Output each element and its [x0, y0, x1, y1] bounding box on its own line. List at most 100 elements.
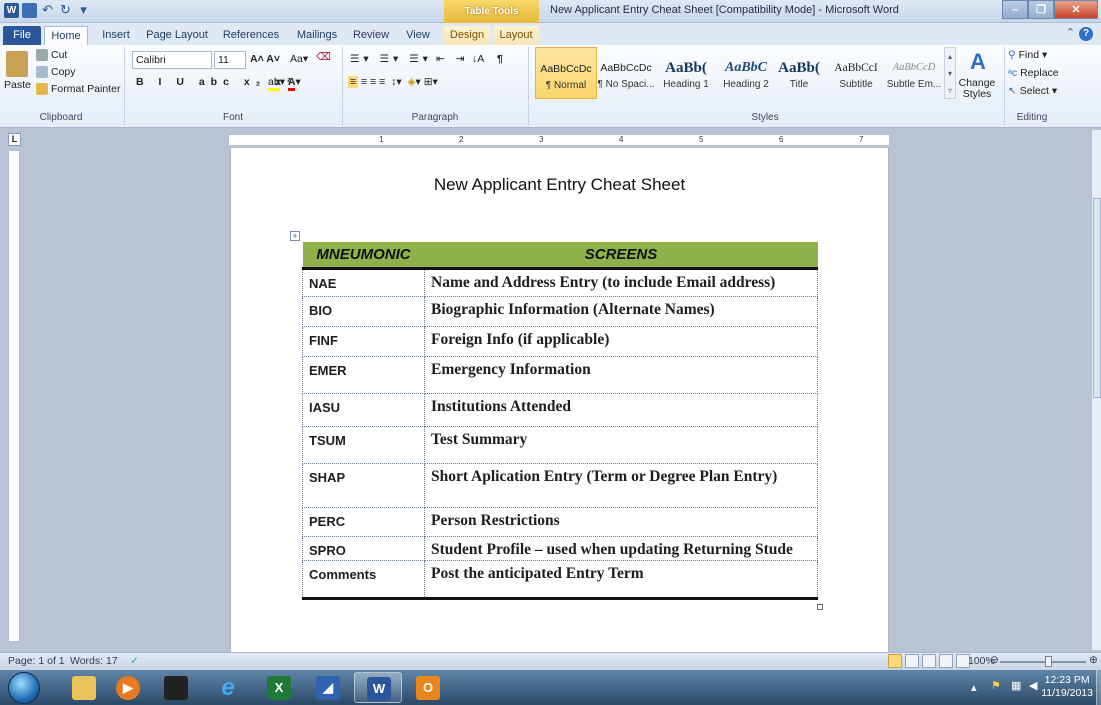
action-center-icon[interactable]: ⚑ [991, 679, 1001, 692]
show-formatting-icon[interactable]: ¶ [497, 53, 503, 65]
start-button[interactable] [8, 672, 40, 704]
web-layout-view-button[interactable] [922, 654, 936, 668]
clear-formatting-icon[interactable]: ⌫ [316, 51, 331, 63]
minimize-ribbon-icon[interactable]: ⌃ [1066, 26, 1075, 39]
zoom-slider[interactable] [1000, 661, 1086, 663]
page-count[interactable]: Page: 1 of 1 [8, 655, 65, 667]
style-subtle-emphasis[interactable]: AaBbCcD Subtle Em... [883, 47, 945, 99]
taskbar-word[interactable]: W [354, 672, 402, 703]
font-size-box[interactable]: 11 [214, 51, 246, 69]
save-icon[interactable] [22, 3, 37, 18]
vertical-scrollbar[interactable] [1091, 130, 1101, 650]
minimize-button[interactable]: – [1002, 0, 1028, 19]
redo-icon[interactable]: ↻ [58, 3, 73, 18]
tab-page-layout[interactable]: Page Layout [142, 26, 212, 45]
copy-button[interactable]: Copy [36, 66, 76, 79]
highlight-color-icon[interactable]: ab▾ A▾ [268, 76, 301, 91]
hat-icon [164, 676, 188, 700]
undo-icon[interactable]: ↶ [40, 3, 55, 18]
taskbar-app-hat[interactable] [152, 672, 200, 703]
table-move-handle[interactable]: + [290, 231, 300, 241]
sort-icon[interactable]: ↓A [472, 53, 484, 65]
tab-selector[interactable]: L [8, 133, 21, 146]
taskbar: ▶ e X ◢ W O ▴ ⚑ ▦ ◀ 12:23 PM 11/19/2013 [0, 670, 1101, 705]
taskbar-outlook[interactable]: O [404, 672, 452, 703]
font-name-box[interactable]: Calibri [132, 51, 212, 69]
horizontal-ruler[interactable]: 1 2 3 4 5 6 7 [228, 134, 890, 146]
proofing-icon[interactable]: ✓ [130, 655, 139, 667]
show-hidden-icons[interactable]: ▴ [971, 681, 977, 694]
group-separator [528, 47, 529, 125]
tab-file[interactable]: File [3, 26, 41, 45]
tab-insert[interactable]: Insert [96, 26, 136, 45]
taskbar-media-player[interactable]: ▶ [104, 672, 152, 703]
style-heading-1[interactable]: AaBb( Heading 1 [655, 47, 717, 99]
full-screen-reading-view-button[interactable] [905, 654, 919, 668]
row-screen: Biographic Information (Alternate Names) [424, 296, 818, 327]
taskbar-internet-explorer[interactable]: e [204, 672, 252, 703]
table-row: NAE Name and Address Entry (to include E… [302, 268, 818, 297]
style-title[interactable]: AaBb( Title [768, 47, 830, 99]
zoom-out-icon[interactable]: ⊖ [990, 654, 999, 666]
row-screen: Institutions Attended [424, 393, 818, 427]
clock[interactable]: 12:23 PM 11/19/2013 [1041, 674, 1093, 700]
style-subtitle[interactable]: AaBbCcI Subtitle [825, 47, 887, 99]
show-desktop-button[interactable] [1096, 670, 1101, 705]
grow-font-icon[interactable]: A˄ A˅ [250, 53, 280, 65]
tab-review[interactable]: Review [350, 26, 392, 45]
taskbar-app-blue[interactable]: ◢ [304, 672, 352, 703]
row-code: PERC [302, 507, 425, 537]
select-button[interactable]: ↖ Select ▾ [1008, 85, 1057, 97]
quick-access-toolbar: W ↶ ↻ ▾ [4, 3, 91, 18]
tab-layout[interactable]: Layout [493, 26, 539, 45]
replace-button[interactable]: ᵃc Replace [1008, 67, 1059, 79]
list-buttons[interactable]: ☰▾ ☰▾ ☰▾ [350, 53, 432, 65]
tab-home[interactable]: Home [44, 26, 88, 45]
taskbar-explorer[interactable] [60, 672, 108, 703]
word-app-icon[interactable]: W [4, 3, 19, 18]
print-layout-view-button[interactable] [888, 654, 902, 668]
style-normal[interactable]: AaBbCcDc ¶ Normal [535, 47, 597, 99]
clock-date: 11/19/2013 [1041, 687, 1093, 699]
close-button[interactable]: ✕ [1054, 0, 1098, 19]
change-case-icon[interactable]: Aa▾ [290, 53, 308, 65]
align-buttons[interactable]: ≡ ≡ ≡ ≡ ↕▾ ◈▾ ⊞▾ [348, 76, 438, 88]
cut-button[interactable]: Cut [36, 49, 67, 62]
tab-design[interactable]: Design [444, 26, 490, 45]
excel-icon: X [267, 676, 291, 700]
format-painter-button[interactable]: Format Painter [36, 83, 120, 96]
style-no-spacing[interactable]: AaBbCcDc ¶ No Spaci... [595, 47, 657, 99]
row-screen: Emergency Information [424, 356, 818, 394]
scrollbar-thumb[interactable] [1093, 198, 1101, 398]
row-screen: Student Profile – used when updating Ret… [424, 536, 818, 561]
find-button[interactable]: ⚲ Find ▾ [1008, 49, 1047, 61]
table-resize-handle[interactable] [817, 604, 823, 610]
customize-qat-icon[interactable]: ▾ [76, 3, 91, 18]
network-icon[interactable]: ▦ [1011, 679, 1021, 692]
outline-view-button[interactable] [939, 654, 953, 668]
zoom-in-icon[interactable]: ⊕ [1089, 654, 1098, 666]
tab-mailings[interactable]: Mailings [290, 26, 344, 45]
change-styles-button[interactable]: Change Styles [958, 78, 996, 100]
styles-gallery-scroll[interactable]: ▴ ▾ ▿ [944, 47, 956, 99]
indent-buttons[interactable]: ⇤ ⇥ [436, 53, 469, 65]
row-code: IASU [302, 393, 425, 427]
document-page[interactable]: New Applicant Entry Cheat Sheet + MNEUMO… [230, 148, 889, 652]
volume-icon[interactable]: ◀ [1029, 679, 1037, 692]
paste-icon[interactable] [6, 51, 28, 77]
row-screen: Post the anticipated Entry Term [424, 560, 818, 600]
row-code: SPRO [302, 536, 425, 561]
paste-button[interactable]: Paste [4, 79, 31, 91]
binoculars-icon: ⚲ [1008, 49, 1016, 61]
word-count[interactable]: Words: 17 [70, 655, 118, 667]
maximize-button[interactable]: ❐ [1028, 0, 1054, 19]
view-buttons [888, 654, 970, 668]
help-icon[interactable]: ? [1079, 27, 1093, 41]
tab-references[interactable]: References [218, 26, 284, 45]
taskbar-excel[interactable]: X [255, 672, 303, 703]
zoom-slider-thumb[interactable] [1045, 656, 1052, 667]
vertical-ruler[interactable] [8, 150, 20, 642]
table-row: PERC Person Restrictions [302, 507, 818, 537]
tab-view[interactable]: View [400, 26, 436, 45]
media-player-icon: ▶ [116, 676, 140, 700]
